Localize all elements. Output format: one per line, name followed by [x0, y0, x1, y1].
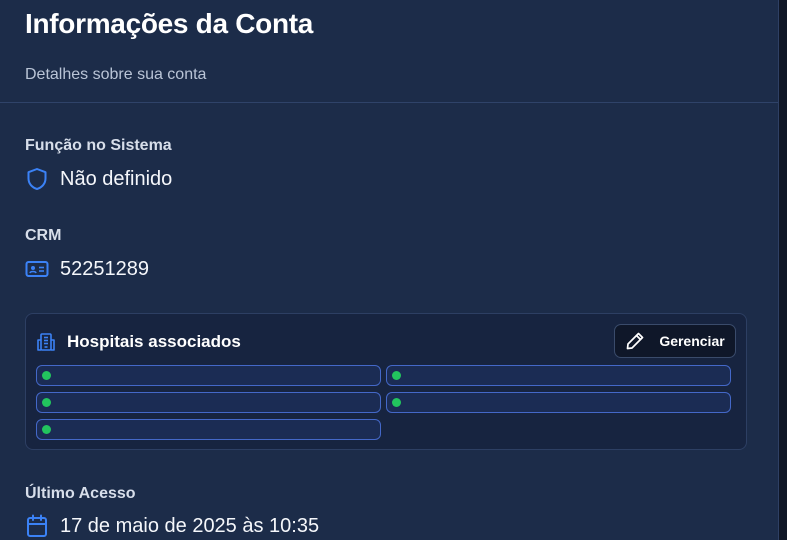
hospital-chip[interactable]: [386, 365, 731, 386]
card-header: Informações da Conta Detalhes sobre sua …: [0, 0, 778, 103]
manage-hospitals-button[interactable]: Gerenciar: [614, 324, 736, 358]
hospital-chip[interactable]: [36, 365, 381, 386]
hospitals-panel: Hospitais associados Gerenciar: [25, 313, 747, 450]
crm-label: CRM: [25, 227, 62, 244]
scrollbar[interactable]: [779, 0, 787, 540]
id-card-icon: [25, 257, 49, 281]
pencil-icon: [625, 331, 645, 351]
page-subtitle: Detalhes sobre sua conta: [25, 66, 207, 83]
page-title: Informações da Conta: [25, 8, 314, 39]
status-dot: [42, 425, 51, 434]
crm-value-row: 52251289: [25, 257, 149, 281]
hospital-chip[interactable]: [36, 419, 381, 440]
calendar-icon: [25, 514, 49, 538]
last-access-value: 17 de maio de 2025 às 10:35: [60, 514, 320, 537]
status-dot: [42, 398, 51, 407]
hospital-chip[interactable]: [386, 392, 731, 413]
role-label: Função no Sistema: [25, 137, 172, 154]
status-dot: [392, 371, 401, 380]
role-value: Não definido: [60, 167, 173, 190]
role-value-row: Não definido: [25, 167, 172, 191]
last-access-label: Último Acesso: [25, 485, 136, 502]
status-dot: [42, 371, 51, 380]
shield-icon: [25, 167, 49, 191]
manage-button-label: Gerenciar: [659, 333, 725, 349]
hospitals-title: Hospitais associados: [67, 332, 241, 351]
building-icon: [36, 331, 58, 353]
status-dot: [392, 398, 401, 407]
crm-value: 52251289: [60, 257, 149, 280]
hospitals-heading: Hospitais associados: [36, 331, 241, 353]
account-info-card: Informações da Conta Detalhes sobre sua …: [0, 0, 779, 540]
hospital-chip[interactable]: [36, 392, 381, 413]
last-access-value-row: 17 de maio de 2025 às 10:35: [25, 514, 319, 538]
